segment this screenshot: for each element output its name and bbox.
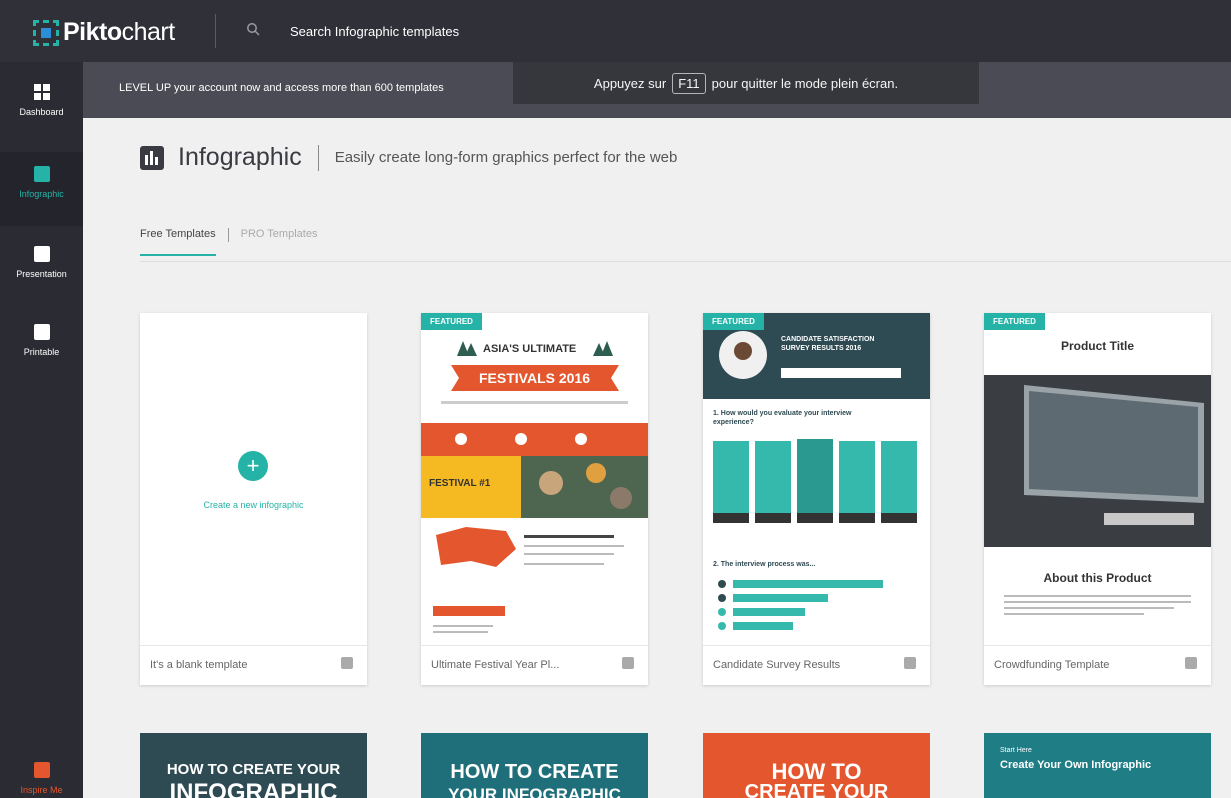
inspire-icon — [33, 762, 50, 778]
piktochart-logo[interactable]: Piktochart — [33, 18, 175, 47]
survey-question-2: 2. The interview process was... — [713, 561, 816, 568]
template-card-blank[interactable]: + Create a new infographic It's a blank … — [140, 313, 367, 685]
sidebar: Dashboard Infographic Presentation Print… — [0, 62, 83, 798]
card-footer: It's a blank template — [140, 645, 367, 685]
logo-text: Piktochart — [63, 18, 175, 46]
sidebar-item-printable[interactable]: Printable — [0, 324, 83, 398]
banner-text: LEVEL UP your account now and access mor… — [119, 82, 444, 94]
plus-icon[interactable]: + — [238, 451, 268, 481]
infographic-icon — [33, 166, 50, 182]
card-footer: Candidate Survey Results — [703, 645, 930, 685]
title-divider — [317, 144, 319, 171]
top-divider — [215, 14, 216, 48]
infographic-type-icon — [622, 657, 634, 669]
template-card-festival[interactable]: FEATURED ASIA'S ULTIMATE FESTIVALS 2016 … — [421, 313, 648, 685]
template-tabs: Free Templates PRO Templates — [140, 228, 317, 256]
card-footer: Crowdfunding Template — [984, 645, 1211, 685]
tab-free-templates[interactable]: Free Templates — [140, 228, 216, 256]
row2-line0: Start Here — [1000, 747, 1032, 754]
top-bar: Piktochart — [0, 0, 1231, 62]
row2-line2: CREATE YOUR — [744, 781, 889, 798]
sidebar-item-label: Presentation — [16, 269, 67, 279]
fullscreen-tip: Appuyez sur F11 pour quitter le mode ple… — [513, 62, 979, 104]
sidebar-item-label: Infographic — [19, 189, 64, 199]
tab-pro-templates[interactable]: PRO Templates — [241, 228, 318, 256]
card-title[interactable]: Ultimate Festival Year Pl... — [431, 659, 559, 671]
sidebar-item-inspire-me[interactable]: Inspire Me — [0, 762, 83, 798]
card-title[interactable]: Crowdfunding Template — [994, 659, 1109, 671]
festival-sub: FESTIVAL #1 — [429, 478, 491, 489]
row2-line1: HOW TO CREATE — [450, 761, 619, 783]
fullscreen-tip-after: pour quitter le mode plein écran. — [711, 75, 899, 91]
tab-divider — [227, 228, 229, 242]
row2-line2: YOUR INFOGRAPHIC — [448, 785, 621, 798]
sidebar-item-presentation[interactable]: Presentation — [0, 246, 83, 320]
about-product: About this Product — [1043, 571, 1152, 585]
sidebar-item-label: Inspire Me — [20, 785, 63, 795]
tabs-underline — [140, 261, 1231, 262]
main-content: Infographic Easily create long-form grap… — [83, 118, 1231, 798]
sidebar-item-infographic[interactable]: Infographic — [0, 152, 83, 226]
page-header: Infographic Easily create long-form grap… — [140, 143, 677, 172]
template-card-row2[interactable]: HOW TO CREATE YOUR INFOGRAPHIC — [421, 733, 648, 798]
template-card-survey[interactable]: FEATURED CANDIDATE SATISFACTION SURVEY R… — [703, 313, 930, 685]
grid-icon — [33, 84, 50, 100]
sidebar-item-label: Printable — [23, 347, 60, 357]
card-title[interactable]: Candidate Survey Results — [713, 659, 840, 671]
chart-icon — [33, 246, 50, 262]
template-card-crowdfunding[interactable]: FEATURED Product Title About this Produc… — [984, 313, 1211, 685]
row2-line1: HOW TO CREATE YOUR — [166, 761, 341, 778]
card-thumbnail[interactable]: CANDIDATE SATISFACTION SURVEY RESULTS 20… — [703, 313, 930, 645]
festival-title-1: ASIA'S ULTIMATE — [483, 343, 577, 355]
page-title: Infographic — [178, 143, 302, 171]
featured-badge: FEATURED — [984, 313, 1045, 330]
fullscreen-tip-before: Appuyez sur — [593, 75, 667, 91]
row2-line1: Create Your Own Infographic — [1000, 759, 1152, 771]
featured-badge: FEATURED — [421, 313, 482, 330]
survey-preview-image — [703, 313, 930, 645]
festival-title-2: FESTIVALS 2016 — [479, 370, 591, 386]
template-card-row2[interactable]: Start Here Create Your Own Infographic — [984, 733, 1211, 798]
sidebar-item-dashboard[interactable]: Dashboard — [0, 84, 83, 158]
logo-icon — [33, 19, 59, 46]
search-input[interactable] — [290, 20, 590, 42]
infographic-icon — [140, 145, 164, 170]
infographic-type-icon — [341, 657, 353, 669]
f11-key: F11 — [672, 72, 706, 94]
crowdfunding-preview-image — [984, 313, 1211, 645]
create-new-label[interactable]: Create a new infographic — [190, 499, 317, 512]
infographic-type-icon — [904, 657, 916, 669]
product-title: Product Title — [1060, 339, 1135, 353]
card-thumbnail[interactable]: + Create a new infographic — [140, 313, 367, 645]
sidebar-item-label: Dashboard — [19, 107, 64, 117]
template-card-row2[interactable]: HOW TO CREATE YOUR — [703, 733, 930, 798]
survey-question-1: 1. How would you evaluate your interview… — [713, 410, 852, 426]
row2-line2: INFOGRAPHIC — [169, 779, 338, 798]
search-icon[interactable] — [246, 22, 260, 36]
card-thumbnail[interactable]: ASIA'S ULTIMATE FESTIVALS 2016 FESTIVAL … — [421, 313, 648, 645]
template-card-row2[interactable]: HOW TO CREATE YOUR INFOGRAPHIC — [140, 733, 367, 798]
card-footer: Ultimate Festival Year Pl... — [421, 645, 648, 685]
page-subtitle: Easily create long-form graphics perfect… — [334, 149, 678, 166]
infographic-type-icon — [1185, 657, 1197, 669]
card-title[interactable]: It's a blank template — [150, 659, 248, 671]
card-thumbnail[interactable]: Product Title About this Product — [984, 313, 1211, 645]
survey-title: CANDIDATE SATISFACTION SURVEY RESULTS 20… — [781, 336, 875, 352]
featured-badge: FEATURED — [703, 313, 764, 330]
printable-icon — [33, 324, 50, 340]
